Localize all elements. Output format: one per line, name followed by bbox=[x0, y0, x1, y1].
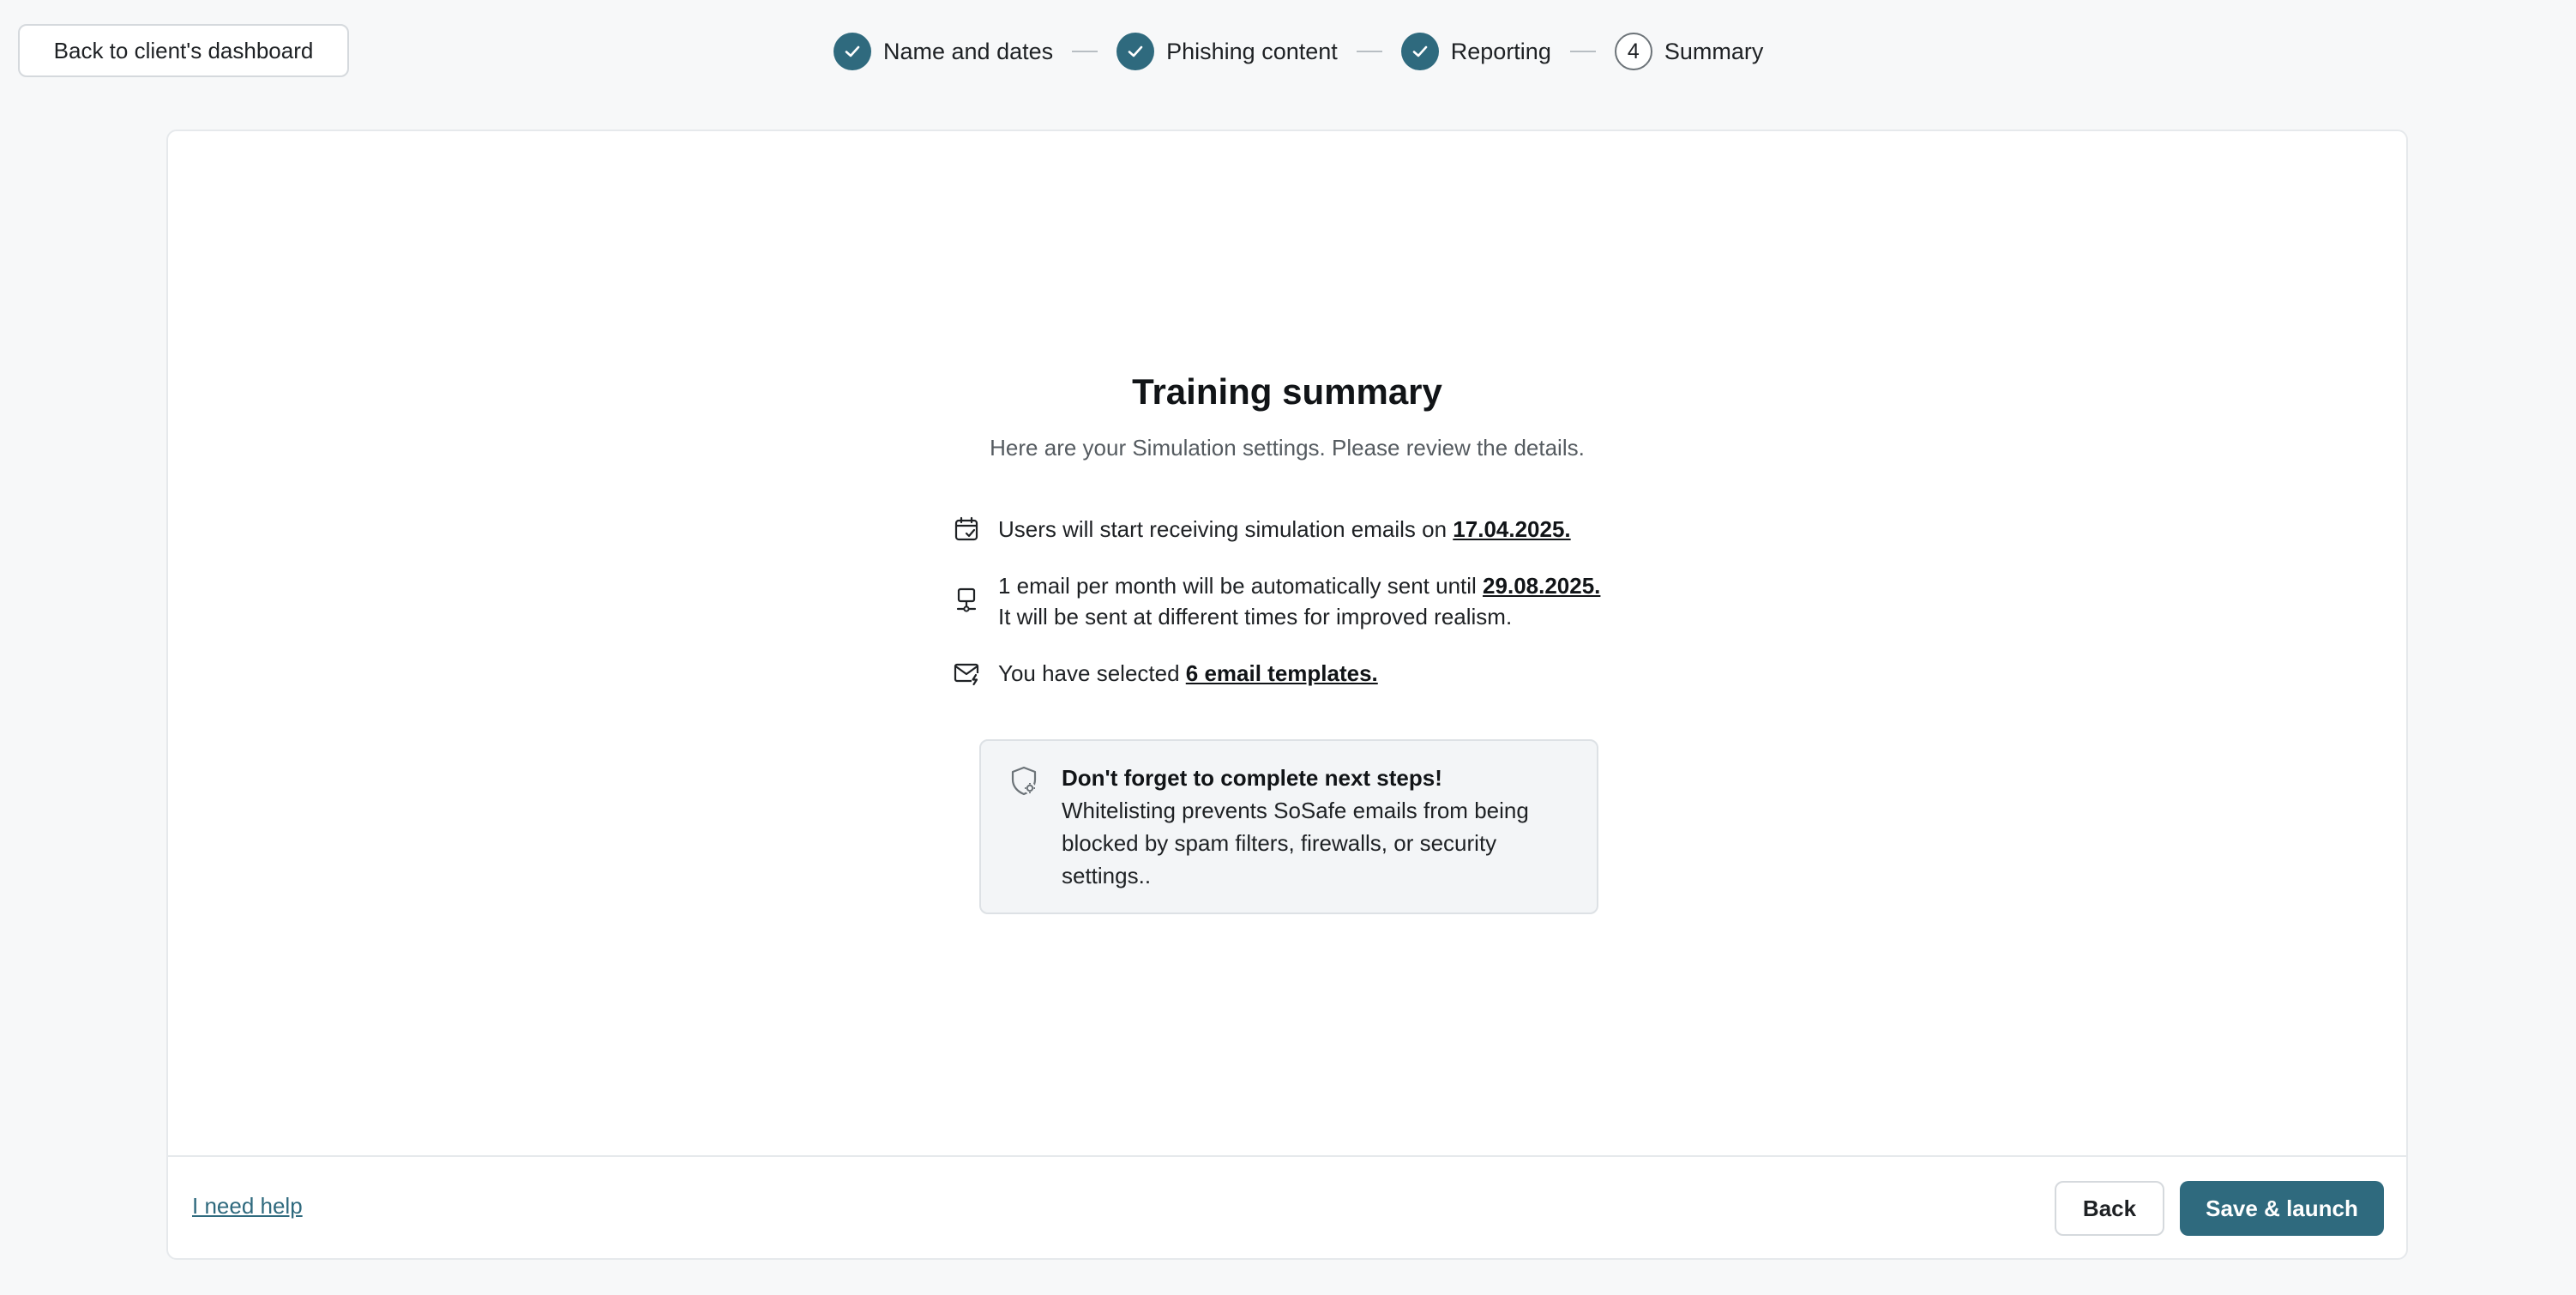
notice-body: Whitelisting prevents SoSafe emails from… bbox=[1062, 798, 1529, 888]
frequency-row: 1 email per month will be automatically … bbox=[952, 570, 1809, 632]
back-button-label: Back bbox=[2082, 1195, 2137, 1221]
start-date-row: Users will start receiving simulation em… bbox=[952, 514, 1809, 545]
step-separator bbox=[1569, 51, 1596, 52]
summary-list: Users will start receiving simulation em… bbox=[952, 514, 1809, 689]
step-name-and-dates[interactable]: Name and dates bbox=[834, 33, 1053, 70]
card-footer: I need help Back Save & launch bbox=[168, 1155, 2406, 1262]
start-date-text: Users will start receiving simulation em… bbox=[998, 514, 1571, 545]
shield-gear-icon bbox=[1008, 765, 1043, 799]
summary-card: Training summary Here are your Simulatio… bbox=[166, 130, 2408, 1260]
start-date-value: 17.04.2025. bbox=[1453, 516, 1571, 542]
back-button[interactable]: Back bbox=[2055, 1181, 2164, 1236]
templates-text: You have selected 6 email templates. bbox=[998, 658, 1378, 689]
frequency-note: It will be sent at different times for i… bbox=[998, 604, 1513, 629]
check-icon bbox=[1116, 33, 1155, 70]
monitor-schedule-icon bbox=[952, 570, 981, 632]
back-to-dashboard-button[interactable]: Back to client's dashboard bbox=[18, 24, 349, 77]
step-label: Phishing content bbox=[1166, 38, 1338, 64]
wizard-stepper: Name and dates Phishing content Reportin… bbox=[834, 33, 1763, 70]
next-steps-notice: Don't forget to complete next steps! Whi… bbox=[979, 739, 1598, 914]
help-link[interactable]: I need help bbox=[192, 1193, 303, 1220]
step-phishing-content[interactable]: Phishing content bbox=[1116, 33, 1338, 70]
frequency-text: 1 email per month will be automatically … bbox=[998, 570, 1600, 632]
frequency-prefix: 1 email per month will be automatically … bbox=[998, 573, 1484, 599]
templates-count-link[interactable]: 6 email templates. bbox=[1186, 660, 1378, 686]
start-date-prefix: Users will start receiving simulation em… bbox=[998, 516, 1454, 542]
top-bar: Back to client's dashboard Name and date… bbox=[0, 0, 2576, 103]
step-reporting[interactable]: Reporting bbox=[1400, 33, 1551, 70]
notice-title: Don't forget to complete next steps! bbox=[1062, 765, 1442, 791]
mail-bolt-icon bbox=[952, 658, 981, 689]
check-icon bbox=[834, 33, 871, 70]
end-date-value: 29.08.2025. bbox=[1483, 573, 1601, 599]
calendar-check-icon bbox=[952, 514, 981, 545]
step-separator bbox=[1356, 51, 1382, 52]
save-and-launch-button[interactable]: Save & launch bbox=[2180, 1181, 2384, 1236]
check-icon bbox=[1400, 33, 1439, 70]
notice-text: Don't forget to complete next steps! Whi… bbox=[1062, 762, 1571, 892]
templates-prefix: You have selected bbox=[998, 660, 1186, 686]
back-to-dashboard-label: Back to client's dashboard bbox=[53, 37, 314, 63]
templates-row: You have selected 6 email templates. bbox=[952, 658, 1809, 689]
save-and-launch-label: Save & launch bbox=[2206, 1195, 2358, 1221]
step-summary: 4 Summary bbox=[1614, 33, 1764, 70]
step-label: Name and dates bbox=[883, 38, 1054, 64]
step-number: 4 bbox=[1614, 33, 1652, 70]
step-label: Reporting bbox=[1450, 38, 1551, 64]
step-separator bbox=[1072, 51, 1098, 52]
page-subtitle: Here are your Simulation settings. Pleas… bbox=[990, 435, 1585, 461]
page-title: Training summary bbox=[1132, 371, 1442, 412]
step-label: Summary bbox=[1664, 38, 1764, 64]
